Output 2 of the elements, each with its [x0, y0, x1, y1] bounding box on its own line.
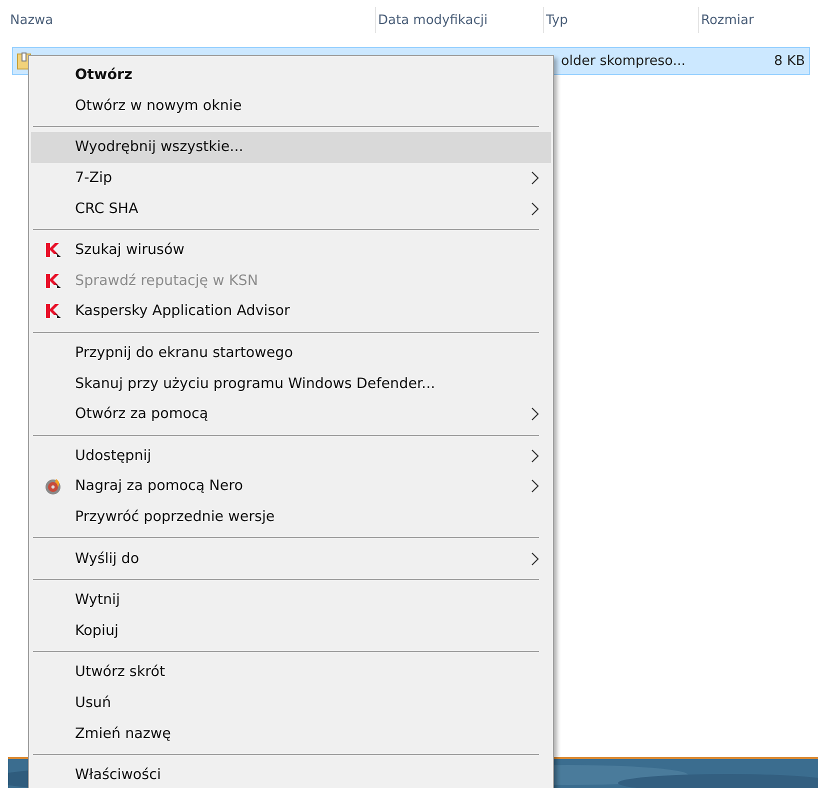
file-size: 8 KB [774, 53, 805, 69]
file-type: older skompreso... [561, 53, 686, 69]
